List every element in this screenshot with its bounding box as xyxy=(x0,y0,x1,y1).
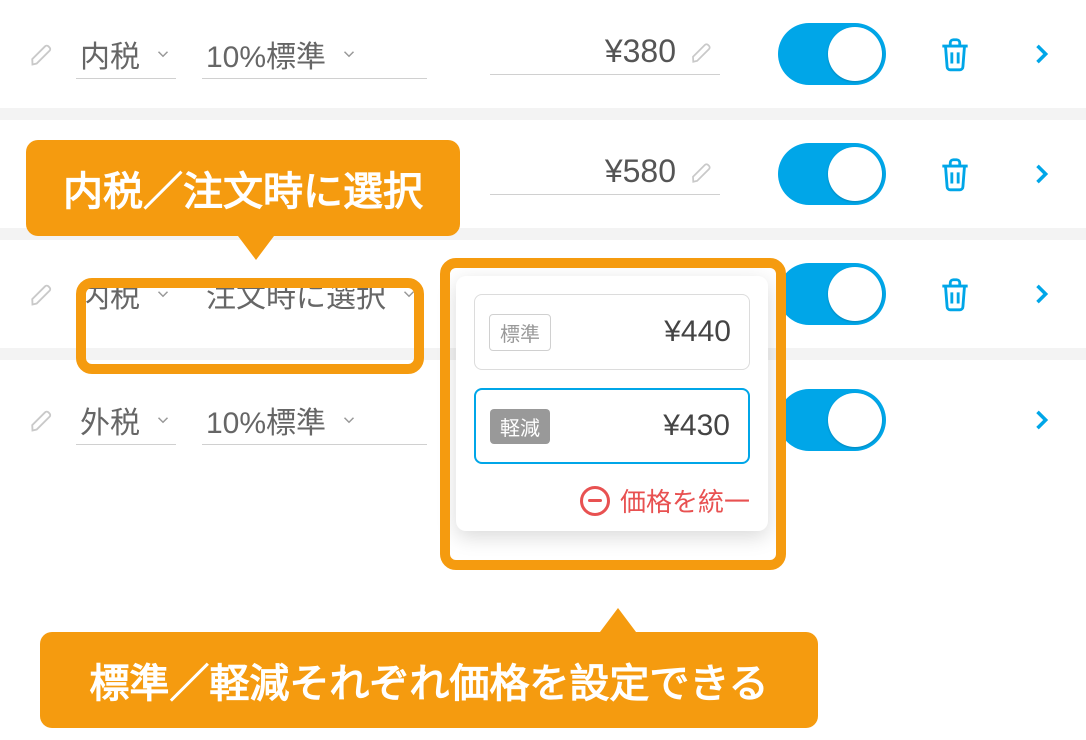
visibility-toggle[interactable] xyxy=(778,263,886,325)
price-field[interactable]: ¥380 xyxy=(490,33,720,75)
tax-type-value: 外税 xyxy=(80,398,140,442)
reduced-price-box[interactable]: 軽減 ¥430 xyxy=(474,388,750,464)
tax-rate-value: 10%標準 xyxy=(206,398,326,442)
chevron-down-icon xyxy=(154,285,172,303)
tax-type-value: 内税 xyxy=(80,32,140,76)
reduced-price: ¥430 xyxy=(663,409,730,443)
unify-label: 価格を統一 xyxy=(620,482,750,519)
standard-price-box[interactable]: 標準 ¥440 xyxy=(474,294,750,370)
delete-button[interactable] xyxy=(932,275,978,313)
edit-icon xyxy=(690,159,716,185)
item-row: 内税 10%標準 ¥380 xyxy=(0,0,1086,120)
tax-rate-select[interactable]: 10%標準 xyxy=(202,30,427,79)
edit-icon[interactable] xyxy=(28,406,58,434)
price-value: ¥380 xyxy=(605,33,676,70)
tax-type-select[interactable]: 外税 xyxy=(76,396,176,445)
tax-rate-value: 10%標準 xyxy=(206,32,326,76)
tax-type-select[interactable]: 内税 xyxy=(76,270,176,318)
expand-button[interactable] xyxy=(1024,160,1058,188)
unify-price-button[interactable]: 価格を統一 xyxy=(474,482,750,519)
tax-type-value: 内税 xyxy=(80,272,140,316)
expand-button[interactable] xyxy=(1024,40,1058,68)
price-field[interactable]: ¥580 xyxy=(490,153,720,195)
chevron-down-icon xyxy=(154,45,172,63)
expand-button[interactable] xyxy=(1024,406,1058,434)
visibility-toggle[interactable] xyxy=(778,143,886,205)
price-popup: 標準 ¥440 軽減 ¥430 価格を統一 xyxy=(456,276,768,531)
tax-type-select[interactable]: 内税 xyxy=(76,30,176,79)
chevron-down-icon xyxy=(400,285,418,303)
standard-tag: 標準 xyxy=(489,314,551,351)
edit-icon xyxy=(690,39,716,65)
reduced-tag: 軽減 xyxy=(490,409,550,444)
tax-rate-select[interactable]: 注文時に選択 xyxy=(202,270,422,318)
chevron-down-icon xyxy=(340,45,358,63)
delete-button[interactable] xyxy=(932,155,978,193)
expand-button[interactable] xyxy=(1024,280,1058,308)
visibility-toggle[interactable] xyxy=(778,389,886,451)
callout-bottom-label: 標準／軽減それぞれ価格を設定できる xyxy=(89,651,768,709)
minus-circle-icon xyxy=(580,486,610,516)
chevron-down-icon xyxy=(154,411,172,429)
edit-icon[interactable] xyxy=(28,40,58,68)
callout-top: 内税／注文時に選択 xyxy=(26,140,460,236)
delete-button[interactable] xyxy=(932,35,978,73)
chevron-down-icon xyxy=(340,411,358,429)
price-value: ¥580 xyxy=(605,153,676,190)
tax-rate-value: 注文時に選択 xyxy=(206,272,386,316)
callout-top-label: 内税／注文時に選択 xyxy=(63,159,423,217)
tax-rate-select[interactable]: 10%標準 xyxy=(202,396,427,445)
visibility-toggle[interactable] xyxy=(778,23,886,85)
standard-price: ¥440 xyxy=(664,315,731,349)
callout-bottom: 標準／軽減それぞれ価格を設定できる xyxy=(40,632,818,728)
edit-icon[interactable] xyxy=(28,280,58,308)
